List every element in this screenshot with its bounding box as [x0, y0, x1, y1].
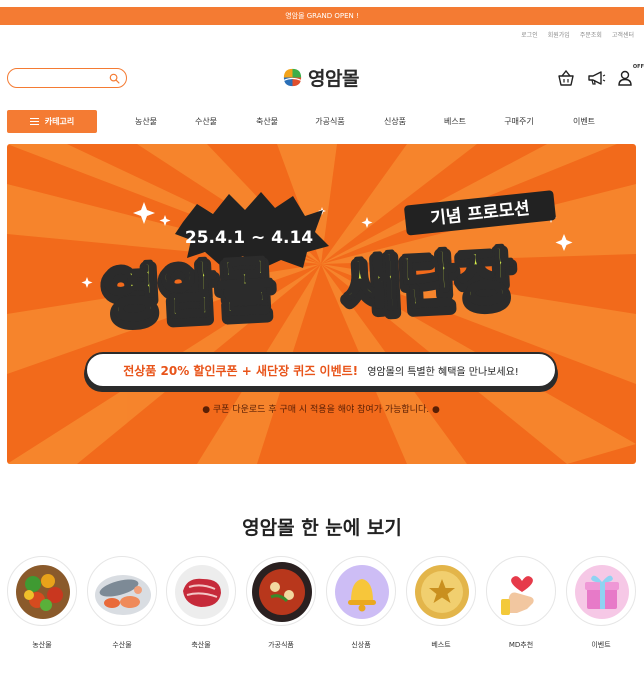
category-shortcuts: 농산물 수산물 축산물 가공식품 신상품 베스트 MD추천 이벤트 [0, 556, 644, 666]
nav-item-best[interactable]: 베스트 [444, 110, 466, 133]
shortcut-label: 농산물 [32, 641, 52, 649]
site-logo[interactable]: 영암몰 [281, 64, 359, 91]
shortcut-processed[interactable]: 가공식품 [245, 556, 317, 650]
shortcut-label: 이벤트 [591, 641, 611, 649]
promo-banner-art: 25.4.1 ~ 4.14 기념 프로모션 영암몰 영암몰 새단장 새단장 전상… [7, 144, 636, 464]
logo-text: 영암몰 [308, 68, 359, 90]
nav-item-processed[interactable]: 가공식품 [315, 110, 344, 133]
headline-left: 영암몰 [101, 249, 276, 331]
search-box [7, 68, 127, 88]
customer-center-link[interactable]: 고객센터 [612, 30, 634, 39]
utility-links: 로그인 회원가입 주문조회 고객센터 [521, 30, 634, 39]
signup-link[interactable]: 회원가입 [548, 30, 570, 39]
bell-icon [335, 565, 389, 619]
user-status-badge: OFF [632, 64, 644, 70]
login-link[interactable]: 로그인 [521, 30, 538, 39]
logo-mark-icon [283, 68, 302, 87]
shortcut-livestock[interactable]: 축산물 [165, 556, 237, 650]
headline-right: 새단장 [341, 239, 516, 321]
stew-icon [252, 562, 312, 622]
announcement-bar: 영암몰 GRAND OPEN ! [0, 7, 644, 25]
shortcut-best[interactable]: 베스트 [405, 556, 477, 650]
order-lookup-link[interactable]: 주문조회 [580, 30, 602, 39]
nav-item-agricultural[interactable]: 농산물 [135, 110, 157, 133]
shortcut-label: 축산물 [191, 641, 211, 649]
shortcut-event[interactable]: 이벤트 [565, 556, 637, 650]
star-medal-icon [415, 565, 469, 619]
shortcut-label: 신상품 [351, 641, 371, 649]
overview-section-title: 영암몰 한 눈에 보기 [242, 517, 402, 539]
shortcut-label: 수산물 [112, 641, 132, 649]
header-icons: OFF [556, 64, 644, 88]
nav-item-event[interactable]: 이벤트 [573, 110, 595, 133]
promo-banner[interactable]: 25.4.1 ~ 4.14 기념 프로모션 영암몰 영암몰 새단장 새단장 전상… [7, 144, 636, 464]
heart-hand-icon [501, 576, 534, 615]
megaphone-icon[interactable] [586, 68, 606, 88]
nav-item-livestock[interactable]: 축산물 [256, 110, 278, 133]
shortcut-label: 가공식품 [268, 641, 294, 649]
promo-pill-strong: 전상품 20% 할인쿠폰 + 새단장 퀴즈 이벤트! [123, 363, 358, 378]
search-icon[interactable] [109, 73, 120, 84]
announcement-text: 영암몰 GRAND OPEN ! [285, 12, 359, 20]
shortcut-agricultural[interactable]: 농산물 [6, 556, 78, 650]
nav-item-seafood[interactable]: 수산물 [195, 110, 217, 133]
shortcut-label: 베스트 [431, 641, 451, 649]
main-nav: 농산물 수산물 축산물 가공식품 신상품 베스트 구매주기 이벤트 [0, 110, 644, 133]
gift-icon [575, 565, 629, 619]
promo-date: 25.4.1 ~ 4.14 [185, 228, 313, 248]
user-icon [618, 70, 632, 86]
promo-note: ● 쿠폰 다운로드 후 구매 시 적용을 해야 참여가 가능합니다. ● [202, 403, 440, 415]
shortcut-label: MD추천 [508, 641, 534, 649]
shortcut-md-pick[interactable]: MD추천 [485, 556, 557, 650]
promo-pill-rest: 영암몰의 특별한 혜택을 만나보세요! [367, 366, 519, 378]
shortcut-seafood[interactable]: 수산물 [86, 556, 158, 650]
nav-item-subscription[interactable]: 구매주기 [504, 110, 533, 133]
shortcut-new[interactable]: 신상품 [325, 556, 397, 650]
vegetables-icon [16, 565, 70, 619]
meat-icon [175, 565, 229, 619]
basket-icon[interactable] [556, 68, 576, 88]
user-menu[interactable]: OFF [616, 64, 644, 88]
nav-item-new[interactable]: 신상품 [384, 110, 406, 133]
search-input[interactable] [16, 72, 112, 85]
seafood-icon [95, 575, 151, 615]
